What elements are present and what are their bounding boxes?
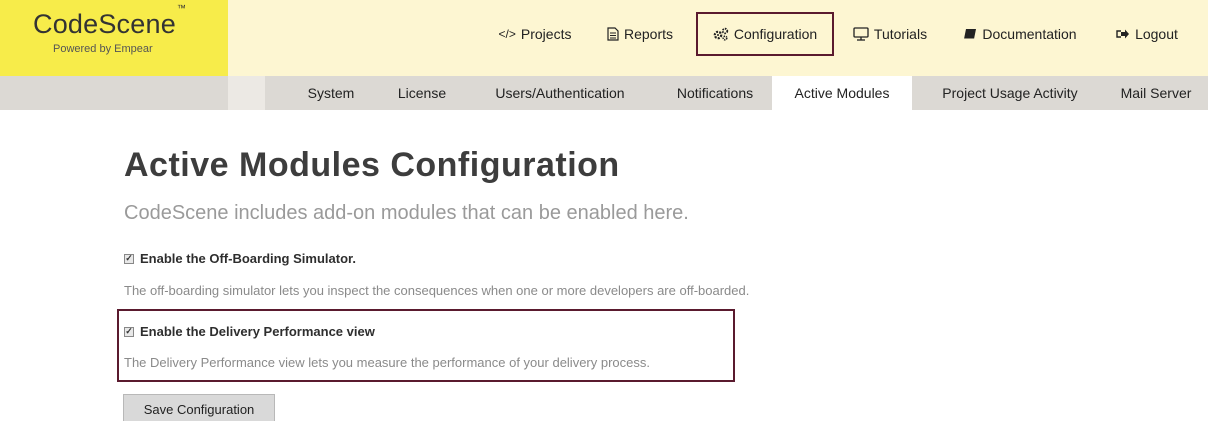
nav-tutorials[interactable]: Tutorials — [842, 14, 938, 54]
tab-mail-server[interactable]: Mail Server — [1104, 76, 1208, 110]
tab-notifications[interactable]: Notifications — [660, 76, 770, 110]
nav-projects-label: Projects — [520, 26, 572, 42]
document-icon — [607, 27, 619, 41]
tab-project-usage-activity[interactable]: Project Usage Activity — [920, 76, 1100, 110]
delivery-performance-highlight — [117, 309, 735, 382]
nav-documentation-label: Documentation — [982, 26, 1077, 42]
offboarding-label: Enable the Off-Boarding Simulator. — [140, 251, 356, 266]
nav-configuration[interactable]: Configuration — [696, 12, 834, 56]
tab-system[interactable]: System — [286, 76, 376, 110]
nav-tutorials-label: Tutorials — [873, 26, 928, 42]
sub-nav-gap — [228, 76, 265, 110]
sub-nav: System License Users/Authentication Noti… — [0, 76, 1208, 110]
tab-license[interactable]: License — [382, 76, 462, 110]
top-header: CodeScene™ Powered by Empear </> Project… — [0, 0, 1208, 76]
offboarding-checkbox[interactable]: ✓ — [124, 253, 134, 264]
nav-reports[interactable]: Reports — [596, 14, 684, 54]
offboarding-description: The off-boarding simulator lets you insp… — [124, 283, 750, 298]
delivery-performance-checkbox[interactable]: ✓ — [124, 326, 134, 337]
nav-reports-label: Reports — [623, 26, 674, 42]
logout-icon — [1116, 28, 1130, 40]
monitor-icon — [853, 27, 869, 41]
book-icon — [963, 28, 977, 41]
tab-users-authentication[interactable]: Users/Authentication — [470, 76, 650, 110]
nav-documentation[interactable]: Documentation — [950, 14, 1090, 54]
gears-icon — [713, 27, 729, 41]
page-title: Active Modules Configuration — [124, 146, 620, 184]
save-configuration-button[interactable]: Save Configuration — [123, 394, 275, 421]
nav-logout-label: Logout — [1135, 26, 1178, 42]
delivery-performance-description: The Delivery Performance view lets you m… — [124, 355, 650, 370]
delivery-performance-label: Enable the Delivery Performance view — [140, 324, 375, 339]
code-icon: </> — [498, 27, 516, 41]
tab-active-modules[interactable]: Active Modules — [772, 76, 912, 110]
page-subtitle: CodeScene includes add-on modules that c… — [124, 202, 689, 224]
nav-configuration-label: Configuration — [733, 26, 818, 42]
option-delivery-performance: ✓ Enable the Delivery Performance view — [124, 324, 375, 339]
sub-nav-left-spacer — [0, 76, 228, 110]
main-nav: </> Projects Reports Configuration Tutor… — [0, 0, 1208, 76]
option-offboarding: ✓ Enable the Off-Boarding Simulator. — [124, 251, 356, 266]
nav-logout[interactable]: Logout — [1102, 14, 1192, 54]
nav-projects[interactable]: </> Projects — [484, 14, 586, 54]
